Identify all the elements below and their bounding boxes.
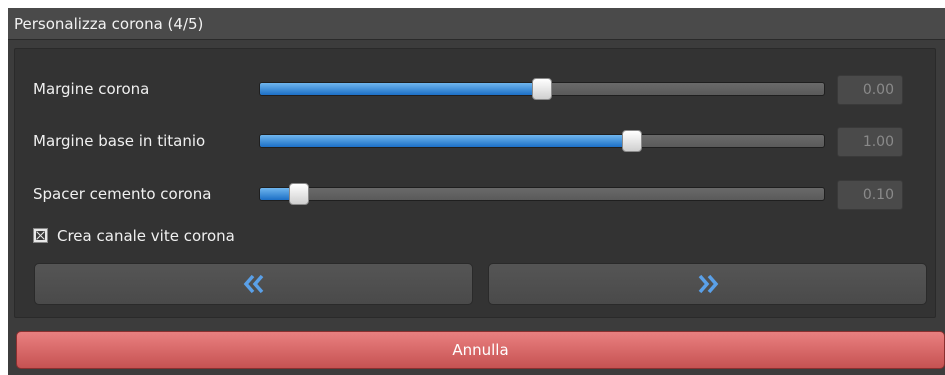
double-chevron-right-icon bbox=[698, 274, 718, 294]
slider-fill bbox=[260, 83, 542, 95]
settings-panel: Margine corona 0.00 Margine base in tita… bbox=[14, 48, 936, 318]
crea-canale-vite-checkbox[interactable] bbox=[33, 228, 48, 243]
slider-label: Spacer cemento corona bbox=[33, 185, 212, 203]
slider-label: Margine base in titanio bbox=[33, 132, 206, 150]
spacer-cemento-slider[interactable] bbox=[259, 183, 825, 205]
double-chevron-left-icon bbox=[243, 274, 263, 294]
margine-base-titanio-value[interactable]: 1.00 bbox=[837, 127, 903, 157]
cancel-button[interactable]: Annulla bbox=[16, 331, 945, 369]
slider-thumb[interactable] bbox=[289, 183, 310, 205]
window-title: Personalizza corona (4/5) bbox=[14, 15, 204, 33]
spacer-cemento-value[interactable]: 0.10 bbox=[837, 180, 903, 210]
slider-label: Margine corona bbox=[33, 80, 150, 98]
back-button[interactable] bbox=[34, 263, 473, 305]
slider-thumb[interactable] bbox=[622, 130, 643, 152]
slider-row-margine-corona: Margine corona 0.00 bbox=[15, 71, 935, 107]
checkbox-label: Crea canale vite corona bbox=[57, 227, 235, 245]
dialog-window: Personalizza corona (4/5) Margine corona… bbox=[8, 8, 945, 375]
slider-row-margine-base-titanio: Margine base in titanio 1.00 bbox=[15, 123, 935, 159]
slider-thumb[interactable] bbox=[532, 78, 552, 100]
title-bar: Personalizza corona (4/5) bbox=[8, 8, 945, 40]
slider-fill bbox=[260, 135, 633, 147]
slider-row-spacer-cemento: Spacer cemento corona 0.10 bbox=[15, 176, 935, 212]
margine-corona-slider[interactable] bbox=[259, 78, 825, 100]
forward-button[interactable] bbox=[488, 263, 927, 305]
checkbox-check-icon bbox=[36, 231, 45, 240]
margine-corona-value[interactable]: 0.00 bbox=[837, 75, 903, 105]
margine-base-titanio-slider[interactable] bbox=[259, 130, 825, 152]
